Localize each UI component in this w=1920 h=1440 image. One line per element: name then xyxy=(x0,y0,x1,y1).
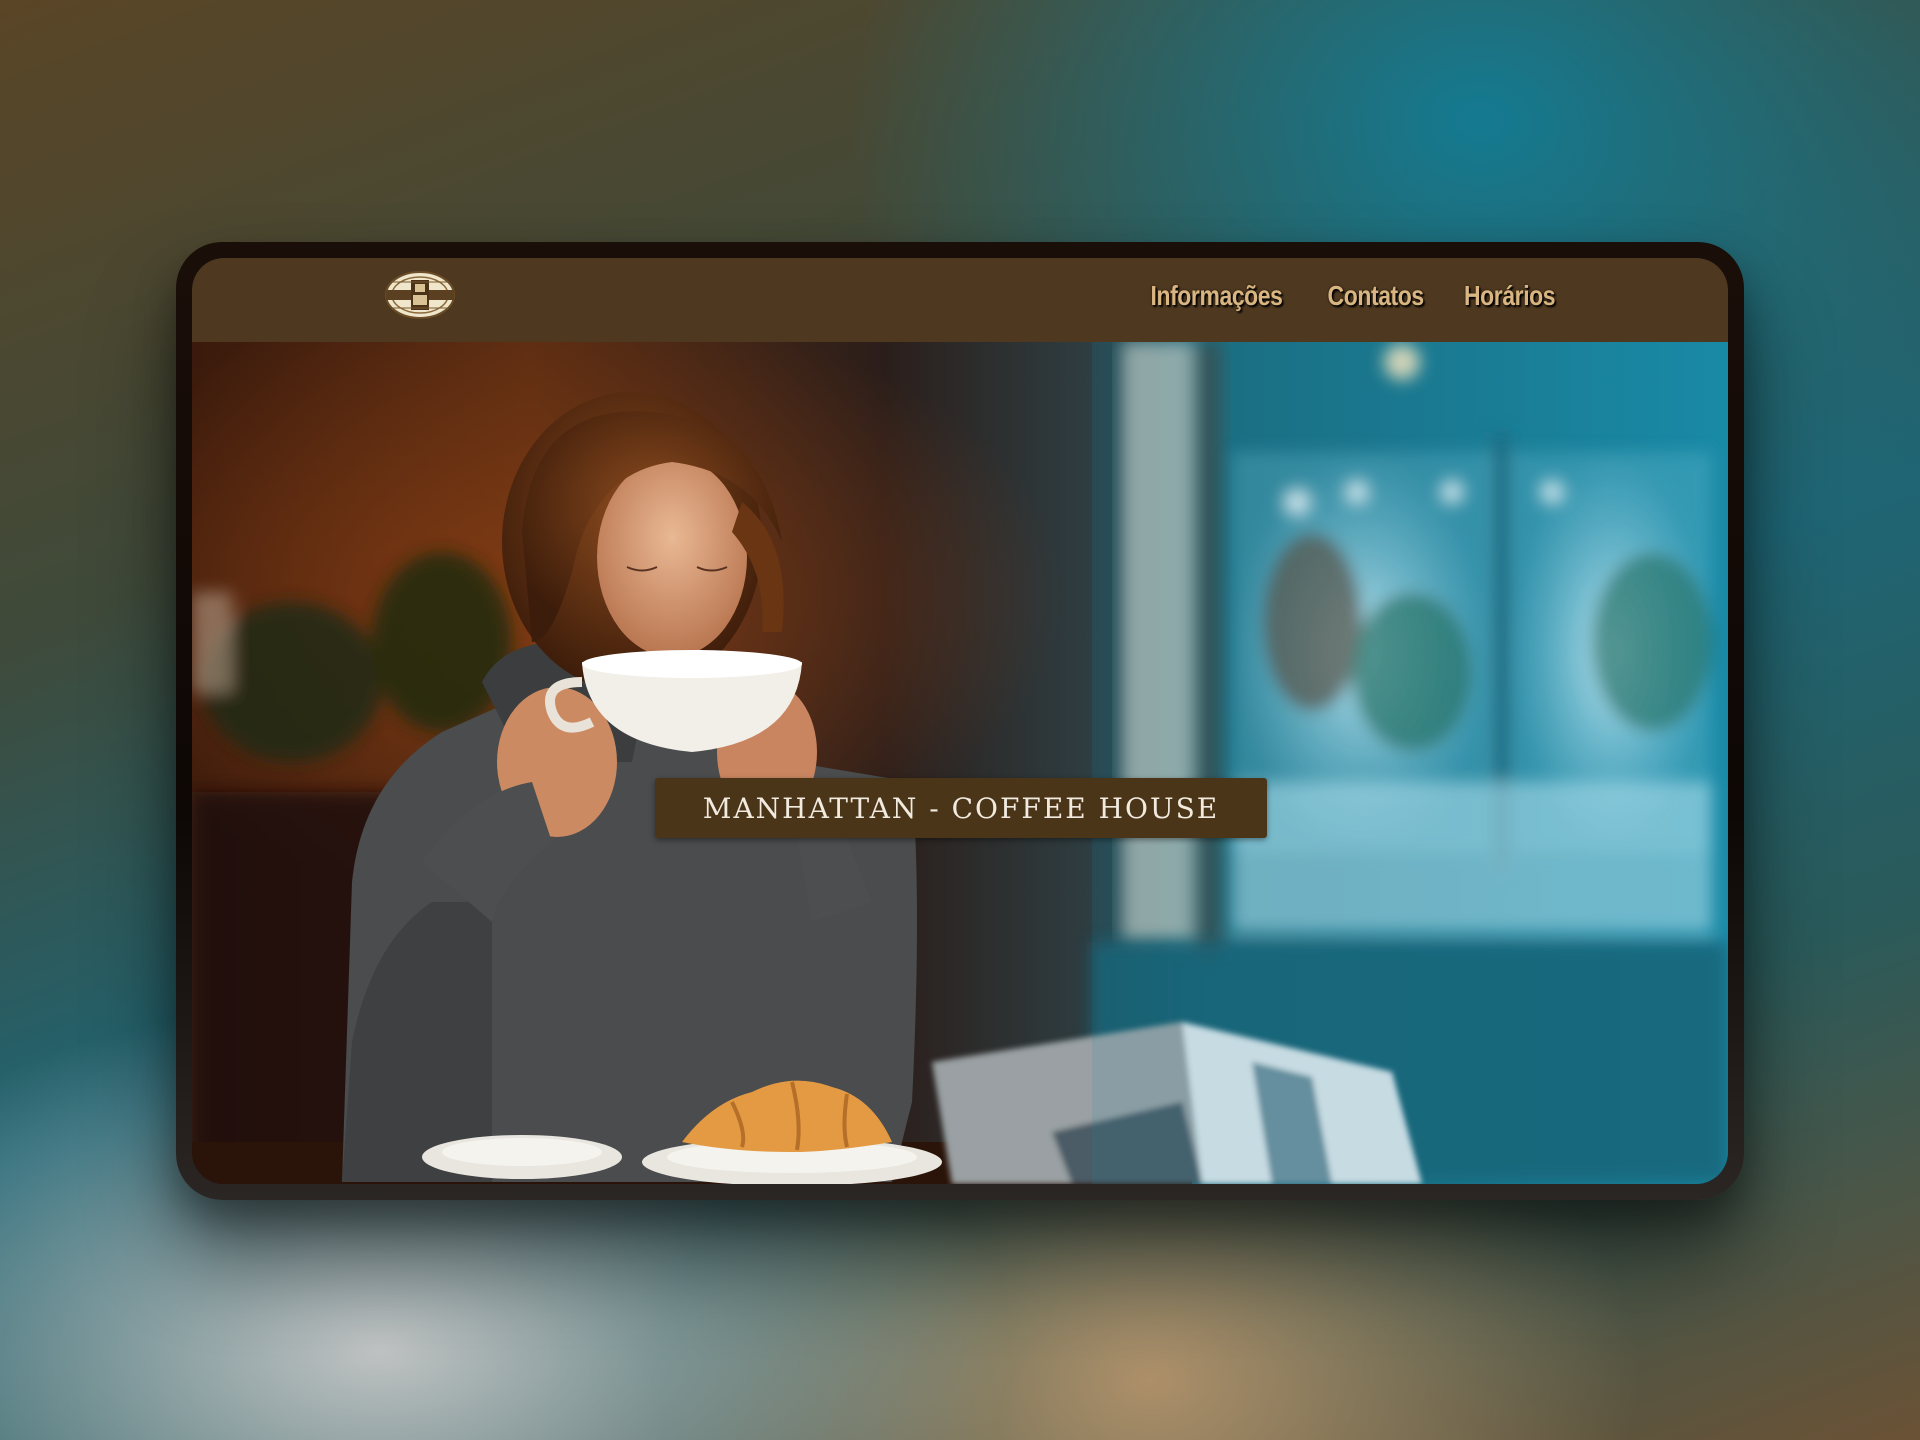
browser-screen: Informações Contatos Horários MANHATTAN … xyxy=(192,258,1728,1184)
site-header: Informações Contatos Horários xyxy=(192,258,1728,342)
main-nav: Informações Contatos Horários xyxy=(1136,280,1565,312)
hero-section: MANHATTAN - COFFEE HOUSE xyxy=(192,342,1728,1184)
woman-drinking-coffee-photo xyxy=(192,342,1728,1184)
device-frame: Informações Contatos Horários MANHATTAN … xyxy=(176,242,1744,1200)
nav-link-horarios[interactable]: Horários xyxy=(1464,280,1556,312)
hero-title-banner: MANHATTAN - COFFEE HOUSE xyxy=(655,778,1267,838)
coffee-emblem-icon xyxy=(385,271,455,319)
nav-link-informacoes[interactable]: Informações xyxy=(1150,280,1282,312)
logo[interactable] xyxy=(384,270,456,320)
nav-link-contatos[interactable]: Contatos xyxy=(1327,280,1424,312)
hero-title: MANHATTAN - COFFEE HOUSE xyxy=(702,791,1220,825)
